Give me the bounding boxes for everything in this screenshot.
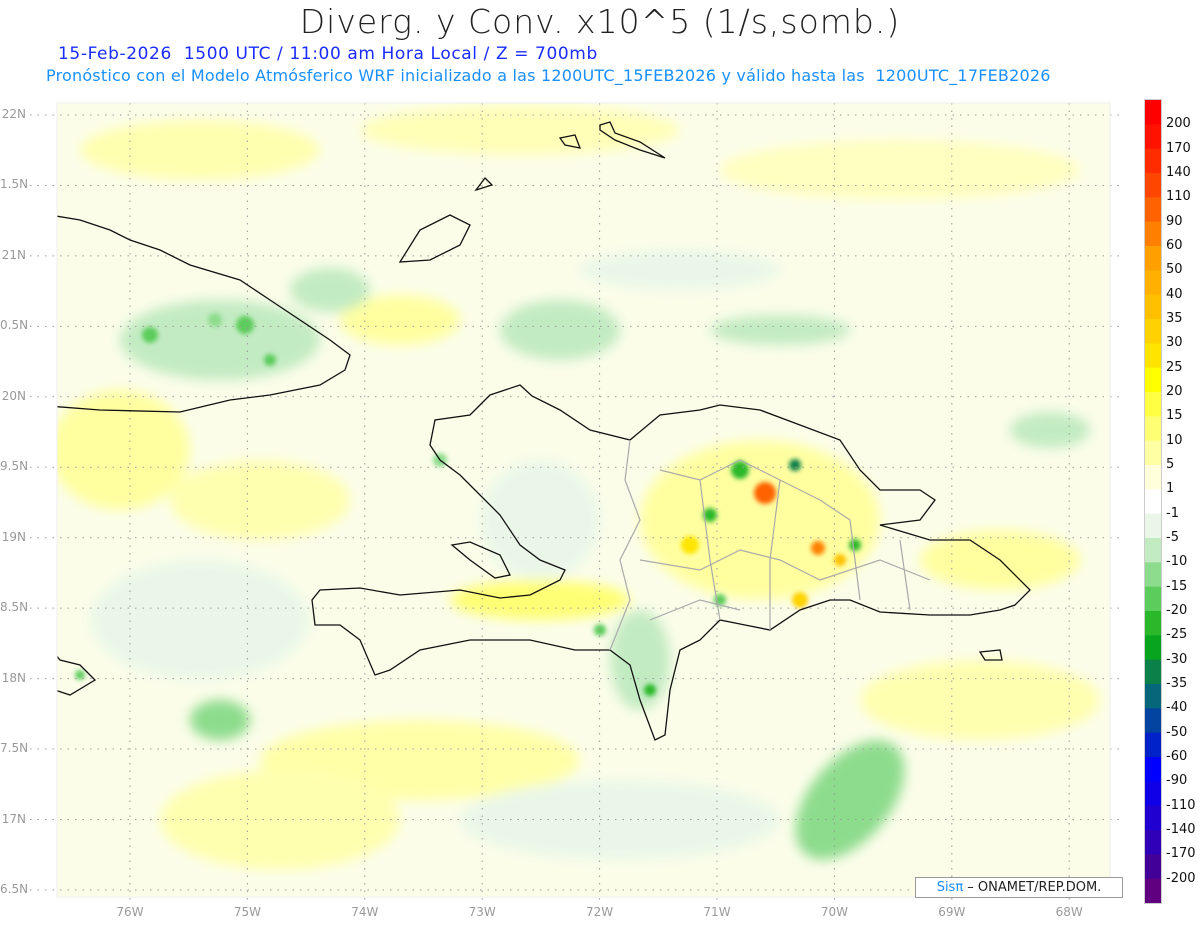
colorbar-label: 35 [1166,311,1183,326]
lat-tick-label: 20N [1,388,26,403]
colorbar-swatch [1145,513,1161,539]
lat-tick-label: 0.5N [0,318,29,333]
colorbar-swatch [1145,197,1161,223]
lat-tick-label: 22N [1,107,26,121]
colorbar-label: 140 [1166,165,1191,180]
colorbar-label: -10 [1166,554,1188,570]
lat-tick-label: 19N [1,529,26,544]
shaded-field [57,103,1110,897]
colorbar-label: 15 [1166,408,1183,424]
colorbar-label: 5 [1166,457,1175,472]
colorbar-swatch [1145,708,1161,734]
lat-tick-label: 18N [1,670,26,685]
colorbar-swatch [1145,854,1161,880]
colorbar-swatch [1145,830,1161,855]
colorbar-label: -90 [1166,773,1188,789]
lat-tick-label: 8.5N [0,600,29,615]
lon-tick-label: 68W [1055,905,1083,919]
lon-tick-label: 74W [351,905,379,919]
sispi-logo: Sisπ [936,880,964,895]
colorbar-label: -20 [1166,603,1188,618]
colorbar-swatch [1145,221,1161,247]
lon-tick-label: 75W [233,905,261,919]
colorbar-swatch [1145,586,1161,612]
lon-tick-label: 73W [468,905,496,919]
colorbar-label: -15 [1166,578,1188,594]
colorbar-label: -110 [1166,797,1196,813]
lat-tick-label: 21N [1,247,26,262]
colorbar-swatch [1145,367,1161,393]
colorbar-label: -50 [1166,724,1188,740]
colorbar-swatch [1145,465,1161,490]
lon-tick-label: 76W [116,905,144,919]
lon-tick-label: 69W [938,905,966,919]
colorbar-swatch [1145,635,1161,661]
colorbar-label: -40 [1166,700,1188,716]
colorbar [1144,99,1162,904]
colorbar-label: -30 [1166,651,1188,667]
colorbar-swatch [1145,538,1161,563]
colorbar-label: 170 [1166,140,1191,156]
colorbar-swatch [1145,878,1161,904]
colorbar-label: 25 [1166,359,1183,375]
colorbar-label: -140 [1166,822,1196,837]
lon-tick-label: 71W [703,905,731,919]
lat-tick-label: 9.5N [0,459,29,474]
map-title: Diverg. y Conv. x10^5 (1/s,somb.) [299,2,901,41]
lon-tick-label: 72W [586,905,614,919]
lat-tick-label: 7.5N [0,741,29,756]
lat-tick-label: 1.5N [0,177,29,192]
lat-tick-label: 17N [1,811,26,826]
colorbar-label: -5 [1166,530,1179,545]
colorbar-swatch [1145,757,1161,782]
colorbar-swatch [1145,124,1161,150]
colorbar-swatch [1145,294,1161,320]
colorbar-label: -60 [1166,749,1188,764]
credit-text: – ONAMET/REP.DOM. [963,880,1102,895]
colorbar-swatch [1145,319,1161,344]
colorbar-label: -1 [1166,505,1179,521]
colorbar-swatch [1145,100,1161,125]
colorbar-swatch [1145,489,1161,515]
credit-box: Sisπ – ONAMET/REP.DOM. [915,877,1123,898]
colorbar-label: 20 [1166,384,1183,399]
colorbar-label: 90 [1166,213,1183,229]
colorbar-label: 200 [1166,116,1191,132]
colorbar-swatch [1145,781,1161,807]
colorbar-swatch [1145,562,1161,588]
colorbar-swatch [1145,416,1161,442]
colorbar-swatch [1145,732,1161,758]
colorbar-label: 30 [1166,335,1183,351]
colorbar-swatch [1145,659,1161,685]
colorbar-swatch [1145,173,1161,198]
colorbar-swatch [1145,270,1161,296]
colorbar-label: 1 [1166,481,1175,497]
divergence-map [30,99,1162,904]
model-info: Pronóstico con el Modelo Atmósferico WRF… [46,66,1051,85]
colorbar-label: -25 [1166,627,1188,643]
colorbar-label: -35 [1166,676,1188,691]
colorbar-label: 50 [1166,262,1183,278]
colorbar-label: -200 [1166,870,1196,886]
lon-tick-label: 70W [820,905,848,919]
colorbar-label: 110 [1166,189,1191,205]
colorbar-swatch [1145,805,1161,831]
colorbar-label: 40 [1166,286,1183,302]
colorbar-label: -170 [1166,846,1196,862]
forecast-time: 15-Feb-2026 1500 UTC / 11:00 am Hora Loc… [58,44,598,64]
colorbar-swatch [1145,148,1161,174]
colorbar-swatch [1145,343,1161,369]
colorbar-swatch [1145,392,1161,417]
colorbar-swatch [1145,684,1161,709]
colorbar-label: 10 [1166,432,1183,448]
colorbar-swatch [1145,440,1161,466]
lat-tick-label: 6.5N [0,881,29,896]
colorbar-swatch [1145,246,1161,271]
colorbar-label: 60 [1166,238,1183,253]
colorbar-swatch [1145,611,1161,636]
